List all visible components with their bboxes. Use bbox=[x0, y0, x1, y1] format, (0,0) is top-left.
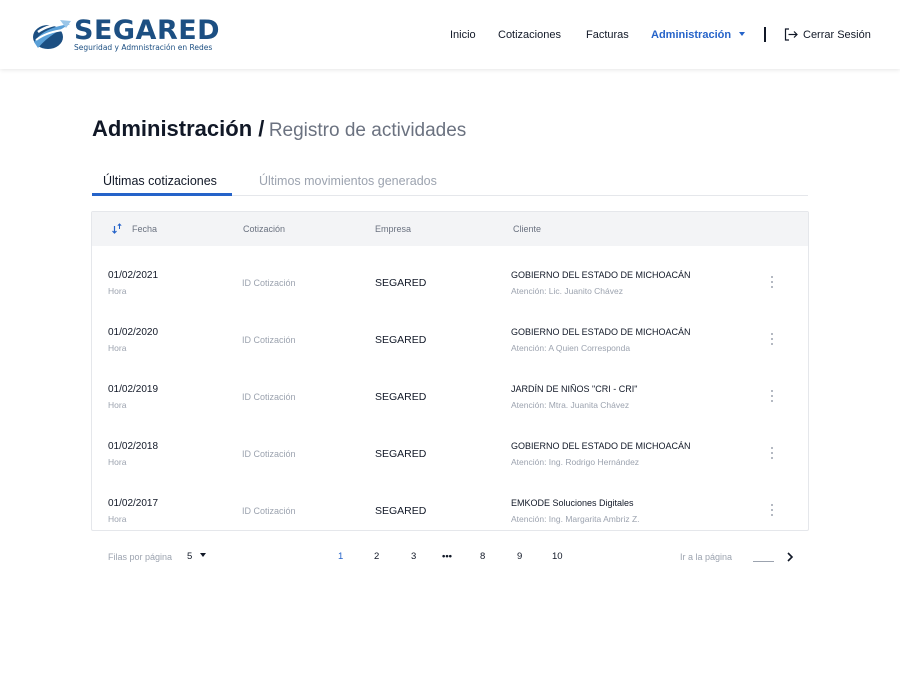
segared-logo[interactable]: SEGARED Seguridad y Admnistración en Red… bbox=[30, 16, 230, 56]
nav-inicio[interactable]: Inicio bbox=[450, 28, 476, 42]
pagination-ellipsis: ••• bbox=[442, 551, 452, 562]
page-3[interactable]: 3 bbox=[411, 551, 416, 562]
row-more-icon[interactable] bbox=[768, 446, 776, 460]
row-attention: Atención: A Quien Corresponda bbox=[511, 343, 631, 353]
row-company: SEGARED bbox=[375, 277, 427, 289]
table-row[interactable]: 01/02/2018 Hora ID Cotización SEGARED GO… bbox=[92, 421, 808, 478]
tab-ultimas-cotizaciones[interactable]: Últimas cotizaciones bbox=[103, 174, 217, 188]
row-company: SEGARED bbox=[375, 505, 427, 517]
chevron-right-icon[interactable] bbox=[784, 551, 796, 563]
logo-wordmark: SEGARED bbox=[74, 15, 221, 46]
row-quote-id: ID Cotización bbox=[242, 335, 296, 345]
header-cliente: Cliente bbox=[513, 224, 542, 234]
nav-administracion-label: Administración bbox=[651, 29, 732, 41]
nav-administracion-dropdown[interactable]: Administración bbox=[651, 28, 746, 42]
table-row[interactable]: 01/02/2020 Hora ID Cotización SEGARED GO… bbox=[92, 307, 808, 364]
row-quote-id: ID Cotización bbox=[242, 392, 296, 402]
nav-facturas[interactable]: Facturas bbox=[586, 28, 629, 42]
page-title: Administración / Registro de actividades bbox=[92, 116, 466, 142]
logout-icon bbox=[784, 28, 798, 41]
top-navbar: SEGARED Seguridad y Admnistración en Red… bbox=[0, 0, 900, 69]
row-attention: Atención: Mtra. Juanita Chávez bbox=[511, 400, 630, 410]
row-time: Hora bbox=[108, 286, 127, 296]
logout-label: Cerrar Sesión bbox=[803, 29, 871, 41]
row-client: GOBIERNO DEL ESTADO DE MICHOACÁN bbox=[511, 270, 691, 280]
row-company: SEGARED bbox=[375, 448, 427, 460]
row-client: GOBIERNO DEL ESTADO DE MICHOACÁN bbox=[511, 327, 691, 337]
rows-per-page-select[interactable]: 5 bbox=[187, 551, 207, 562]
table-row[interactable]: 01/02/2021 Hora ID Cotización SEGARED GO… bbox=[92, 250, 808, 307]
header-empresa: Empresa bbox=[375, 224, 412, 234]
goto-page-input[interactable] bbox=[753, 561, 774, 562]
row-company: SEGARED bbox=[375, 391, 427, 403]
tab-ultimos-movimientos[interactable]: Últimos movimientos generados bbox=[259, 174, 437, 188]
page-title-main: Administración / bbox=[92, 116, 265, 141]
row-time: Hora bbox=[108, 343, 127, 353]
row-more-icon[interactable] bbox=[768, 332, 776, 346]
goto-page-label: Ir a la página bbox=[680, 552, 733, 562]
row-date: 01/02/2021 bbox=[108, 270, 159, 281]
logo-swoosh-icon bbox=[33, 20, 71, 49]
page-10[interactable]: 10 bbox=[552, 551, 563, 562]
row-date: 01/02/2017 bbox=[108, 498, 159, 509]
sort-icon[interactable] bbox=[111, 223, 123, 235]
nav-cotizaciones[interactable]: Cotizaciones bbox=[498, 28, 561, 42]
row-client: GOBIERNO DEL ESTADO DE MICHOACÁN bbox=[511, 441, 691, 451]
caret-down-icon bbox=[200, 553, 207, 558]
page-title-sub: Registro de actividades bbox=[268, 120, 467, 141]
row-time: Hora bbox=[108, 457, 127, 467]
table-header: Fecha Cotización Empresa Cliente bbox=[92, 212, 808, 246]
row-attention: Atención: Lic. Juanito Chávez bbox=[511, 286, 623, 296]
nav-divider bbox=[764, 27, 766, 42]
active-tab-indicator bbox=[92, 193, 232, 196]
row-date: 01/02/2018 bbox=[108, 441, 159, 452]
row-client: JARDÍN DE NIÑOS "CRI - CRI" bbox=[511, 384, 638, 394]
row-time: Hora bbox=[108, 514, 127, 524]
row-date: 01/02/2020 bbox=[108, 327, 159, 338]
row-attention: Atención: Ing. Margarita Ambriz Z. bbox=[511, 514, 640, 524]
page-9[interactable]: 9 bbox=[517, 551, 522, 562]
rows-per-page-value: 5 bbox=[187, 551, 193, 562]
row-client: EMKODE Soluciones Digitales bbox=[511, 498, 634, 508]
header-fecha[interactable]: Fecha bbox=[132, 224, 157, 234]
caret-down-icon bbox=[739, 32, 746, 37]
row-date: 01/02/2019 bbox=[108, 384, 159, 395]
page-8[interactable]: 8 bbox=[480, 551, 485, 562]
logo-tagline: Seguridad y Admnistración en Redes bbox=[74, 43, 213, 52]
row-quote-id: ID Cotización bbox=[242, 449, 296, 459]
page-1[interactable]: 1 bbox=[338, 551, 343, 562]
row-attention: Atención: Ing. Rodrigo Hernández bbox=[511, 457, 640, 467]
row-more-icon[interactable] bbox=[768, 389, 776, 403]
row-quote-id: ID Cotización bbox=[242, 506, 296, 516]
row-more-icon[interactable] bbox=[768, 503, 776, 517]
row-time: Hora bbox=[108, 400, 127, 410]
rows-per-page-label: Filas por página bbox=[108, 552, 173, 562]
table-row[interactable]: 01/02/2017 Hora ID Cotización SEGARED EM… bbox=[92, 478, 808, 535]
row-quote-id: ID Cotización bbox=[242, 278, 296, 288]
activity-table: Fecha Cotización Empresa Cliente 01/02/2… bbox=[91, 211, 809, 531]
row-company: SEGARED bbox=[375, 334, 427, 346]
header-cotizacion: Cotización bbox=[243, 224, 286, 234]
row-more-icon[interactable] bbox=[768, 275, 776, 289]
page-2[interactable]: 2 bbox=[374, 551, 379, 562]
table-row[interactable]: 01/02/2019 Hora ID Cotización SEGARED JA… bbox=[92, 364, 808, 421]
